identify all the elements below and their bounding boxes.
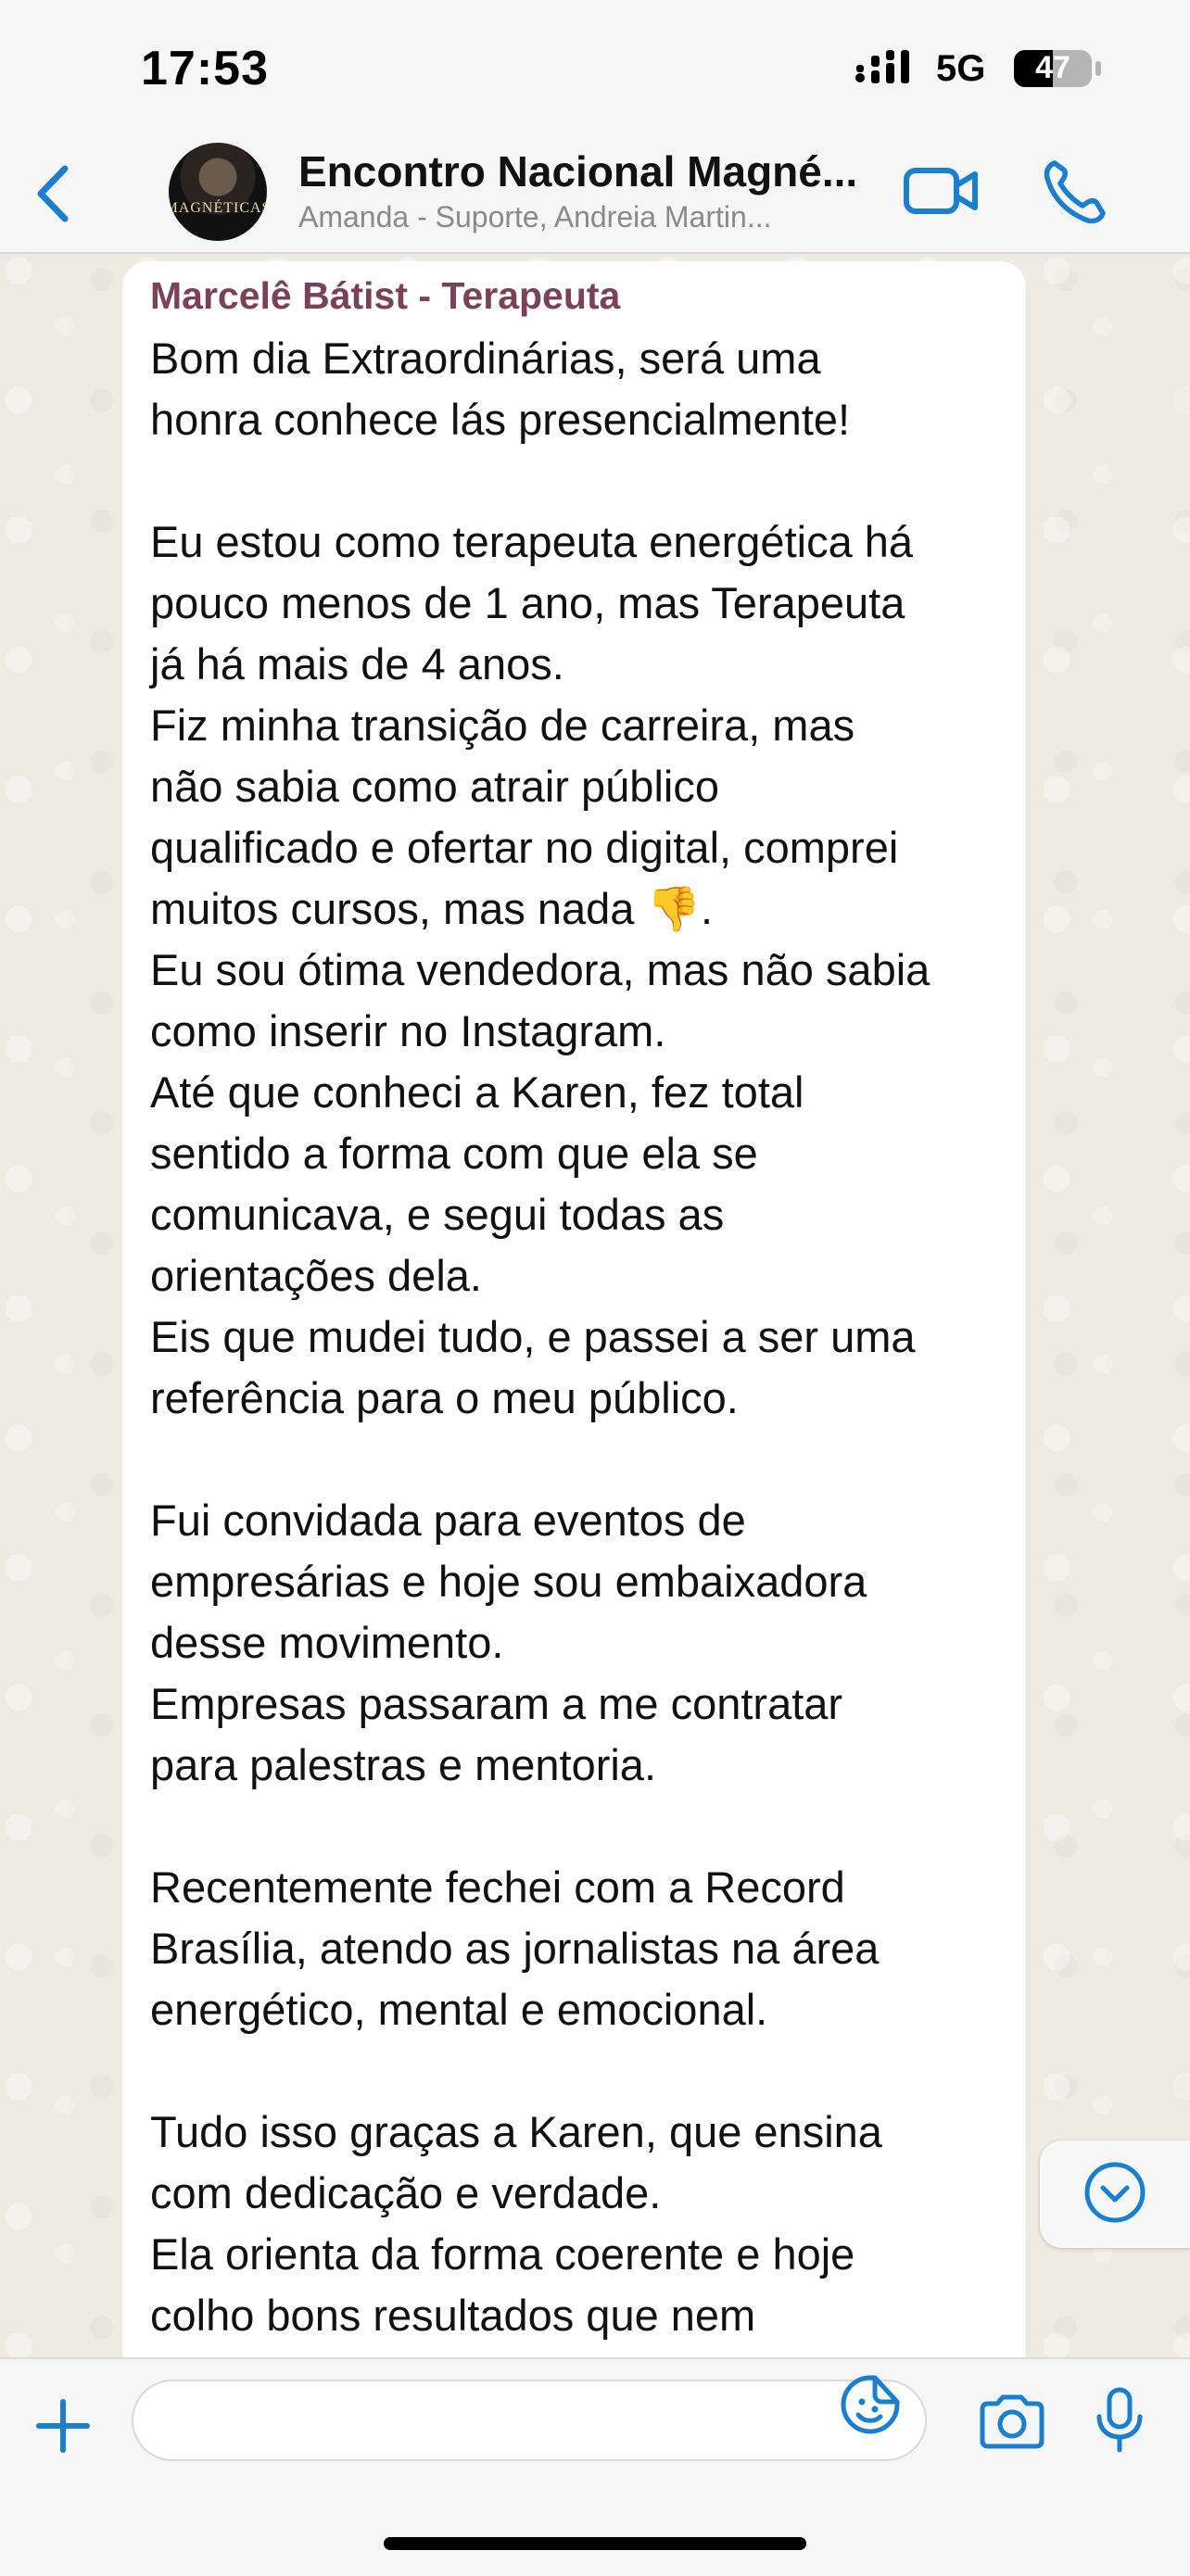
chat-header: MAGNÉTICAS Encontro Nacional Magné... Am… [0,139,1190,254]
chevron-down-circle-icon [1082,2160,1147,2229]
group-avatar[interactable]: MAGNÉTICAS [169,143,267,241]
avatar-logo-text: MAGNÉTICAS [169,200,267,216]
microphone-icon[interactable] [1094,2387,1146,2458]
home-indicator[interactable] [384,2537,806,2550]
signal-icon [855,46,921,92]
phone-icon[interactable] [1042,158,1107,231]
sticker-icon[interactable] [838,2372,903,2442]
message-bubble[interactable]: Marcelê Bátist - Terapeuta Bom dia Extra… [122,261,1026,2393]
chat-participants[interactable]: Amanda - Suporte, Andreia Martin... [298,200,864,234]
scroll-to-bottom-button[interactable] [1040,2140,1190,2248]
network-type: 5G [936,48,986,89]
camera-icon[interactable] [977,2394,1047,2455]
battery-level: 47 [1035,50,1070,85]
message-sender[interactable]: Marcelê Bátist - Terapeuta [150,274,620,318]
chat-title[interactable]: Encontro Nacional Magné... [298,146,882,196]
plus-icon[interactable] [35,2398,91,2458]
video-call-icon[interactable] [903,163,981,223]
back-chevron-icon[interactable] [32,161,74,231]
message-input[interactable] [132,2380,927,2461]
status-bar: 17:53 5G 47 [0,0,1190,139]
status-time: 17:53 [141,42,269,95]
message-text: Bom dia Extraordinárias, será uma honra … [150,334,930,2340]
composer-bar [0,2357,1190,2576]
